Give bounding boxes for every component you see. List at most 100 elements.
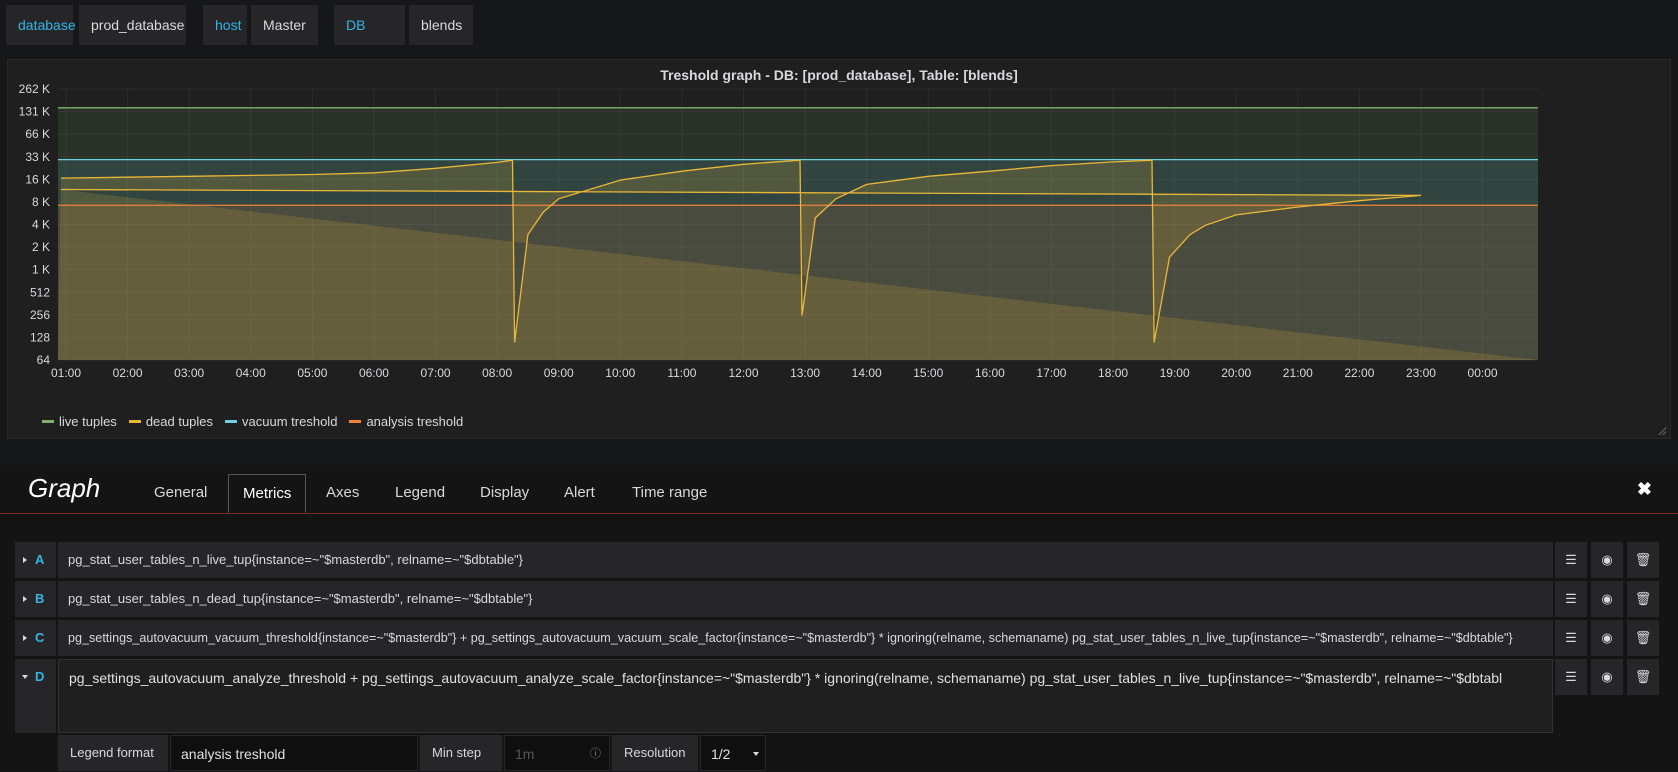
graph-panel: Treshold graph - DB: [prod_database], Ta… — [7, 59, 1671, 439]
resolution-label: Resolution — [612, 735, 698, 771]
caret-right-icon — [23, 635, 27, 641]
tab-axes[interactable]: Axes — [312, 474, 373, 513]
x-tick-label: 20:00 — [1221, 366, 1251, 380]
x-tick-label: 08:00 — [482, 366, 512, 380]
y-tick-label: 512 — [30, 285, 50, 299]
close-icon[interactable]: ✖ — [1637, 479, 1652, 500]
x-tick-label: 22:00 — [1344, 366, 1374, 380]
menu-icon[interactable]: ☰ — [1555, 581, 1587, 617]
legend-format-input[interactable]: analysis treshold — [170, 735, 418, 771]
query-expression[interactable]: pg_settings_autovacuum_vacuum_threshold{… — [58, 620, 1553, 656]
menu-icon[interactable]: ☰ — [1555, 542, 1587, 578]
tab-legend[interactable]: Legend — [381, 474, 459, 513]
x-tick-label: 13:00 — [790, 366, 820, 380]
panel-editor: Graph General Metrics Axes Legend Displa… — [0, 465, 1678, 771]
caret-down-icon — [753, 752, 759, 756]
variable-select-host[interactable]: Master — [251, 5, 318, 69]
y-tick-label: 66 K — [25, 127, 50, 141]
variable-select-database[interactable]: prod_database — [79, 5, 186, 69]
legend-label: dead tuples — [145, 414, 214, 429]
x-tick-label: 14:00 — [852, 366, 882, 380]
query-row-c: C pg_settings_autovacuum_vacuum_threshol… — [15, 620, 1665, 656]
query-expression[interactable]: pg_stat_user_tables_n_dead_tup{instance=… — [58, 581, 1553, 617]
query-ref-toggle[interactable]: D — [15, 659, 56, 733]
variable-label-host: host — [203, 5, 247, 45]
chart[interactable]: 262 K 131 K 66 K 33 K 16 K 8 K 4 K 2 K 1 K 512 256… — [8, 60, 1670, 438]
x-tick-label: 23:00 — [1406, 366, 1436, 380]
x-tick-label: 15:00 — [913, 366, 943, 380]
tab-general[interactable]: General — [140, 474, 221, 513]
variable-value: Master — [263, 17, 306, 33]
query-expression-textarea[interactable]: pg_settings_autovacuum_analyze_threshold… — [58, 659, 1553, 733]
trash-icon[interactable]: 🗑 — [1627, 581, 1659, 617]
y-tick-label: 256 — [30, 308, 50, 322]
x-tick-label: 01:00 — [51, 366, 81, 380]
eye-icon[interactable]: ◉ — [1591, 542, 1623, 578]
x-tick-label: 09:00 — [544, 366, 574, 380]
y-tick-label: 2 K — [32, 240, 50, 254]
menu-icon[interactable]: ☰ — [1555, 659, 1587, 695]
query-ref-toggle[interactable]: B — [15, 581, 56, 617]
query-row-d: D pg_settings_autovacuum_analyze_thresho… — [15, 659, 1665, 733]
x-tick-label: 18:00 — [1098, 366, 1128, 380]
x-tick-label: 17:00 — [1036, 366, 1066, 380]
eye-icon[interactable]: ◉ — [1591, 581, 1623, 617]
legend-swatch — [349, 420, 362, 423]
menu-icon[interactable]: ☰ — [1555, 620, 1587, 656]
y-tick-label: 262 K — [19, 82, 50, 96]
eye-icon[interactable]: ◉ — [1591, 659, 1623, 695]
tab-alert[interactable]: Alert — [550, 474, 609, 513]
trash-icon[interactable]: 🗑 — [1627, 620, 1659, 656]
legend-item-vacuum-treshold[interactable]: vacuum treshold — [225, 414, 337, 429]
x-tick-label: 12:00 — [728, 366, 758, 380]
x-tick-label: 00:00 — [1468, 366, 1498, 380]
query-ref-label: A — [35, 552, 45, 567]
legend-label: analysis treshold — [366, 414, 464, 429]
query-expression[interactable]: pg_stat_user_tables_n_live_tup{instance=… — [58, 542, 1553, 578]
x-tick-label: 07:00 — [421, 366, 451, 380]
variable-value: prod_database — [91, 17, 185, 33]
legend-item-dead-tuples[interactable]: dead tuples — [128, 414, 214, 429]
min-step-input[interactable]: 1m ⓘ — [504, 735, 610, 771]
info-icon[interactable]: ⓘ — [590, 736, 601, 772]
legend-swatch — [128, 420, 141, 423]
y-tick-label: 33 K — [25, 150, 50, 164]
variable-select-dbtable[interactable]: blends — [409, 5, 473, 69]
caret-down-icon — [22, 675, 28, 679]
x-tick-label: 02:00 — [113, 366, 143, 380]
editor-title: Graph — [28, 473, 101, 503]
trash-icon[interactable]: 🗑 — [1627, 542, 1659, 578]
x-tick-label: 06:00 — [359, 366, 389, 380]
legend-format-label: Legend format — [58, 735, 168, 771]
min-step-placeholder: 1m — [515, 746, 535, 762]
query-ref-toggle[interactable]: C — [15, 620, 56, 656]
editor-header: Graph General Metrics Axes Legend Displa… — [0, 465, 1678, 514]
legend-swatch — [42, 420, 54, 423]
min-step-label: Min step — [420, 735, 502, 771]
y-tick-label: 1 K — [32, 263, 50, 277]
y-tick-label: 64 — [37, 353, 51, 367]
legend-swatch — [225, 420, 238, 423]
x-tick-label: 16:00 — [975, 366, 1005, 380]
tab-metrics[interactable]: Metrics — [228, 474, 306, 513]
x-tick-label: 21:00 — [1283, 366, 1313, 380]
x-tick-label: 10:00 — [605, 366, 635, 380]
x-tick-label: 03:00 — [174, 366, 204, 380]
x-tick-label: 11:00 — [667, 366, 696, 380]
x-tick-label: 04:00 — [236, 366, 266, 380]
query-row-a: A pg_stat_user_tables_n_live_tup{instanc… — [15, 542, 1665, 578]
resolution-select[interactable]: 1/2 — [700, 735, 766, 771]
eye-icon[interactable]: ◉ — [1591, 620, 1623, 656]
legend-item-analysis-treshold[interactable]: analysis treshold — [349, 414, 463, 429]
legend-item-live-tuples[interactable]: live tuples — [42, 414, 117, 429]
variable-label-database: database — [6, 5, 76, 45]
x-tick-label: 05:00 — [297, 366, 327, 380]
variable-label-dbtable: DB table — [334, 5, 405, 73]
y-tick-label: 8 K — [32, 195, 50, 209]
query-ref-toggle[interactable]: A — [15, 542, 56, 578]
trash-icon[interactable]: 🗑 — [1627, 659, 1659, 695]
tab-display[interactable]: Display — [466, 474, 543, 513]
resize-handle-icon[interactable] — [1658, 427, 1666, 435]
query-row-b: B pg_stat_user_tables_n_dead_tup{instanc… — [15, 581, 1665, 617]
tab-time-range[interactable]: Time range — [618, 474, 721, 513]
